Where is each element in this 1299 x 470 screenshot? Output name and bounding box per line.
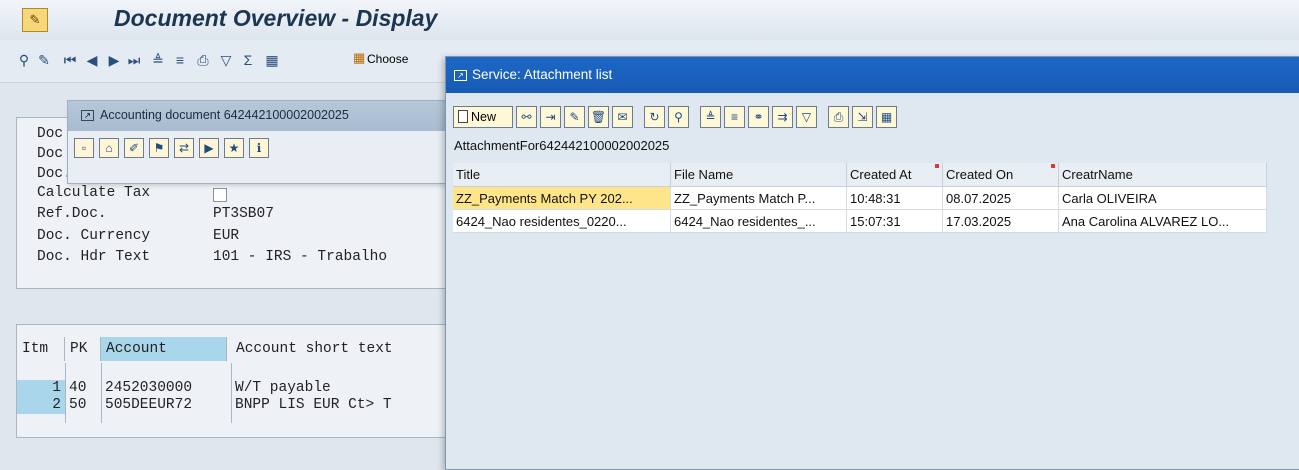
first-page-icon[interactable]: ⏮ — [62, 52, 78, 69]
choose-layout-icon[interactable]: ▦ — [353, 51, 366, 65]
relationship-icon[interactable]: ⇄ — [174, 138, 194, 158]
field-label: Calculate Tax — [37, 185, 151, 201]
find-next-icon[interactable]: ⇉ — [772, 106, 793, 128]
last-page-icon[interactable]: ⏭ — [126, 52, 142, 69]
row-2-pk: 50 — [69, 397, 87, 413]
workflow-icon[interactable]: ⚑ — [149, 138, 169, 158]
choose-layout-button[interactable]: Choose — [367, 52, 408, 66]
sort-ascending-icon[interactable]: ≜ — [150, 52, 166, 69]
column-header-pk[interactable]: PK — [65, 337, 101, 361]
grid-divider — [101, 363, 102, 423]
sort-indicator-icon — [935, 164, 939, 168]
next-page-icon[interactable]: ▶ — [106, 52, 122, 69]
attachment-toolbar: New ⚯ ⇥ ✎ 🗑 ✉ ↻ ⚲ ≜ ≡ ⚭ ⇉ ▽ ⎙ ⇲ ▦ — [446, 103, 1299, 133]
field-label: Doc — [37, 126, 64, 142]
row-1-account[interactable]: 2452030000 — [105, 380, 227, 397]
popup-title: Accounting document 642442100002002025 — [100, 108, 349, 122]
row-2-title[interactable]: 6424_Nao residentes_0220... — [453, 210, 671, 233]
row-1-created-on[interactable]: 08.07.2025 — [943, 187, 1059, 210]
new-attachment-button[interactable]: New — [453, 106, 513, 128]
delete-icon[interactable]: 🗑 — [588, 106, 609, 128]
grid-divider — [65, 363, 66, 423]
attachment-title-bar[interactable]: ↗ Service: Attachment list — [446, 57, 1299, 93]
line-items-grid: Itm PK Account Account short text 1 40 2… — [16, 324, 454, 438]
edit-icon[interactable]: ✎ — [564, 106, 585, 128]
grid-body: 1 40 2452030000 W/T payable 2 50 505DEEU… — [17, 378, 453, 414]
title-bar: ✎ Document Overview - Display — [0, 0, 1299, 40]
row-1-itm[interactable]: 1 — [17, 380, 65, 397]
new-document-icon[interactable]: ▫ — [74, 138, 94, 158]
column-header-file-name[interactable]: File Name — [671, 163, 847, 187]
export-icon[interactable]: ⇥ — [540, 106, 561, 128]
sum-icon[interactable]: Σ — [240, 52, 256, 69]
previous-page-icon[interactable]: ◀ — [84, 52, 100, 69]
grid-divider — [231, 363, 232, 423]
ref-doc-value: PT3SB07 — [213, 206, 274, 222]
row-1-pk: 40 — [69, 380, 87, 396]
field-label: Doc. Hdr Text — [37, 249, 151, 265]
row-1-creator-name[interactable]: Carla OLIVEIRA — [1059, 187, 1267, 210]
new-button-label: New — [471, 110, 497, 124]
edit-pencil-icon[interactable]: ✎ — [36, 52, 52, 69]
favorite-star-icon[interactable]: ★ — [224, 138, 244, 158]
attach-icon[interactable]: ⌂ — [99, 138, 119, 158]
find-icon[interactable]: ⚭ — [748, 106, 769, 128]
currency-value: EUR — [213, 228, 240, 244]
print-icon[interactable]: ⎙ — [195, 52, 211, 69]
row-1-title[interactable]: ZZ_Payments Match PY 202... — [453, 187, 671, 210]
sort-ascending-icon[interactable]: ≜ — [700, 106, 721, 128]
sort-descending-icon[interactable]: ≡ — [172, 52, 188, 69]
row-2-file-name[interactable]: 6424_Nao residentes_... — [671, 210, 847, 233]
column-header-account[interactable]: Account — [101, 337, 227, 361]
row-2-created-at[interactable]: 15:07:31 — [847, 210, 943, 233]
display-icon[interactable]: ⚲ — [16, 52, 32, 69]
row-2-text: BNPP LIS EUR Ct> T — [235, 397, 392, 413]
attachment-popup-title: Service: Attachment list — [472, 67, 613, 82]
column-header-itm[interactable]: Itm — [17, 337, 65, 361]
info-icon[interactable]: ℹ — [249, 138, 269, 158]
attachment-caption: AttachmentFor642442100002002025 — [454, 138, 670, 153]
row-2-account[interactable]: 505DEEUR72 — [105, 397, 227, 414]
row-1-text: W/T payable — [235, 380, 331, 396]
row-2-itm[interactable]: 2 — [17, 397, 65, 414]
column-header-creator-name[interactable]: CreatrName — [1059, 163, 1267, 187]
accounting-document-popup: ↗ Accounting document 642442100002002025… — [67, 100, 454, 184]
filter-icon[interactable]: ▽ — [218, 52, 234, 69]
calculate-tax-checkbox[interactable] — [213, 188, 227, 202]
column-header-created-on[interactable]: Created On — [943, 163, 1059, 187]
mail-icon[interactable]: ✉ — [612, 106, 633, 128]
app-menu-icon[interactable]: ✎ — [22, 8, 48, 32]
subtotal-icon[interactable]: ▦ — [264, 52, 280, 69]
link-icon[interactable]: ⚯ — [516, 106, 537, 128]
note-icon[interactable]: ✐ — [124, 138, 144, 158]
window-icon: ↗ — [454, 70, 467, 81]
page-title: Document Overview - Display — [114, 5, 438, 31]
field-label: Doc — [37, 146, 64, 162]
sort-descending-icon[interactable]: ≡ — [724, 106, 745, 128]
print-icon[interactable]: ⎙ — [828, 106, 849, 128]
row-2-creator-name[interactable]: Ana Carolina ALVAREZ LO... — [1059, 210, 1267, 233]
field-label: Doc. Currency — [37, 228, 151, 244]
row-1-created-at[interactable]: 10:48:31 — [847, 187, 943, 210]
export-list-icon[interactable]: ⇲ — [852, 106, 873, 128]
column-header-created-at[interactable]: Created At — [847, 163, 943, 187]
popup-title-bar[interactable]: ↗ Accounting document 642442100002002025 — [68, 101, 453, 131]
new-document-icon — [458, 110, 468, 123]
layout-grid-icon[interactable]: ▦ — [876, 106, 897, 128]
window-icon: ↗ — [81, 110, 94, 121]
refresh-icon[interactable]: ↻ — [644, 106, 665, 128]
attachment-list-popup: ↗ Service: Attachment list New ⚯ ⇥ ✎ 🗑 ✉… — [445, 56, 1299, 470]
column-header-title[interactable]: Title — [453, 163, 671, 187]
sort-indicator-icon — [1051, 164, 1055, 168]
column-header-account-text[interactable]: Account short text — [231, 337, 453, 361]
row-2-created-on[interactable]: 17.03.2025 — [943, 210, 1059, 233]
header-text-value: 101 - IRS - Trabalho — [213, 249, 388, 265]
play-icon[interactable]: ▶ — [199, 138, 219, 158]
field-label: Ref.Doc. — [37, 206, 107, 222]
row-1-file-name[interactable]: ZZ_Payments Match P... — [671, 187, 847, 210]
filter-icon[interactable]: ▽ — [796, 106, 817, 128]
details-icon[interactable]: ⚲ — [668, 106, 689, 128]
